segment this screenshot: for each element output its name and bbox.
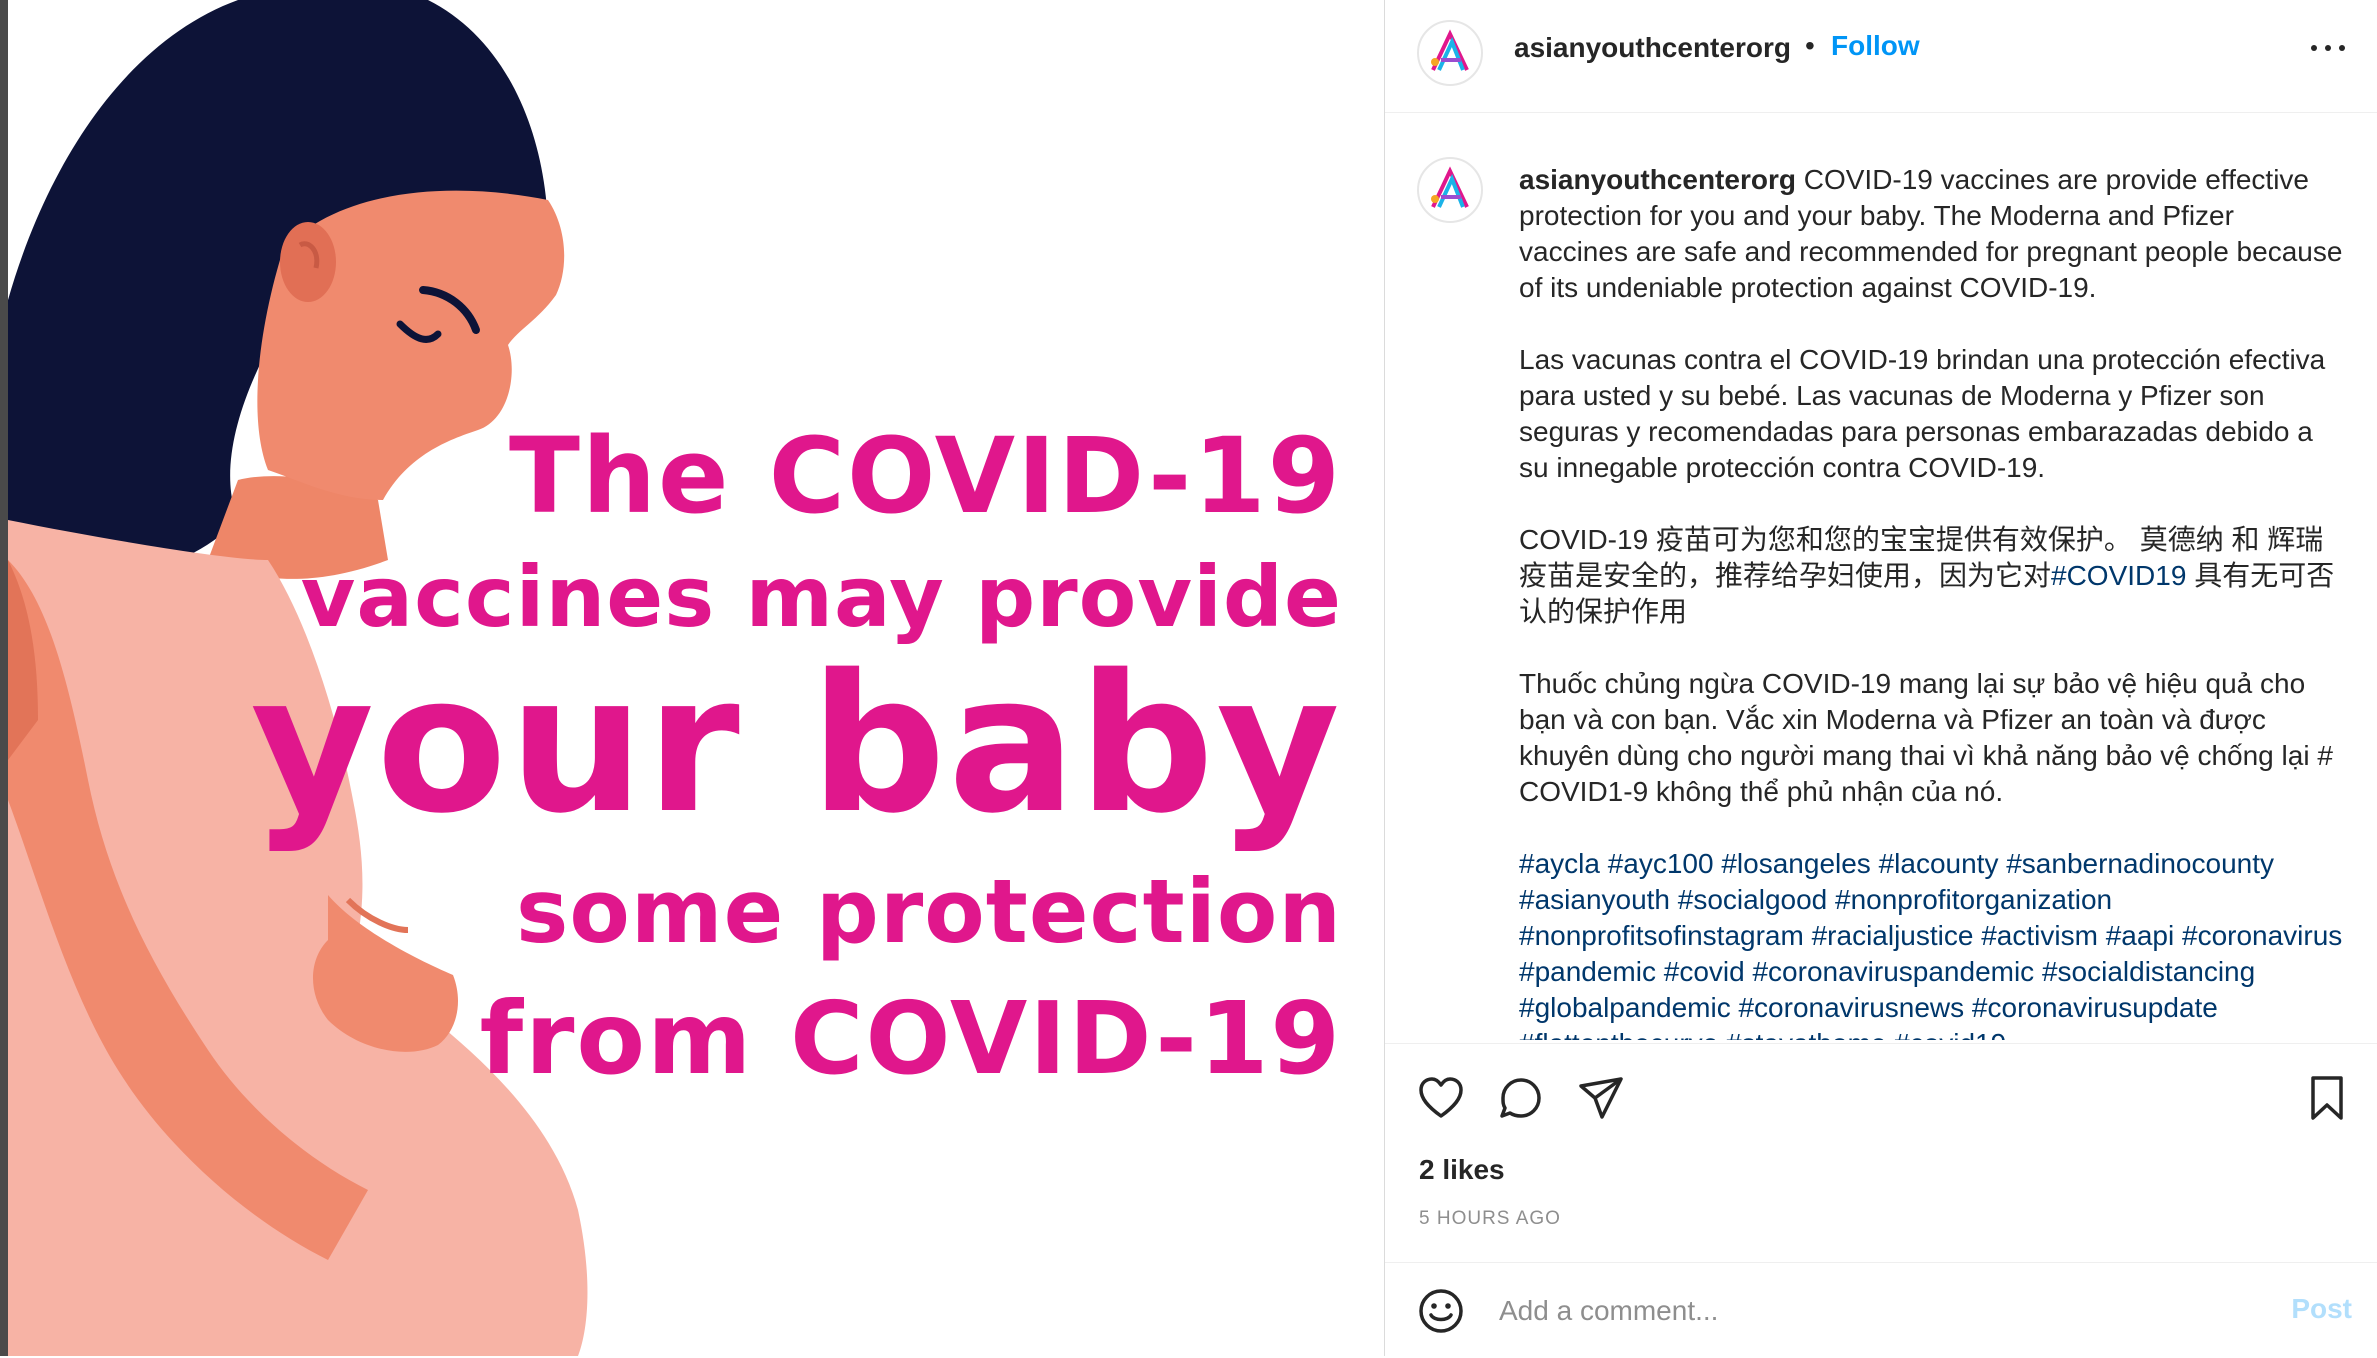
post-sidebar: asianyouthcenterorg • Follow asianyouthc… xyxy=(1384,0,2377,1356)
post-image[interactable]: The COVID-19 vaccines may provide your b… xyxy=(8,0,1384,1356)
window-edge xyxy=(0,0,8,1356)
avatar[interactable] xyxy=(1417,20,1483,86)
caption-spanish: Las vacunas contra el COVID-19 brindan u… xyxy=(1519,344,2326,483)
comment-row: Post xyxy=(1385,1262,2377,1358)
header-username[interactable]: asianyouthcenterorg xyxy=(1514,32,1791,64)
post-comment-button[interactable]: Post xyxy=(2291,1293,2352,1325)
ayc-logo-icon xyxy=(1431,166,1469,208)
post-header: asianyouthcenterorg • Follow xyxy=(1385,0,2377,113)
follow-button[interactable]: Follow xyxy=(1831,30,1920,62)
headline-line-4: some protection xyxy=(516,860,1342,963)
caption-chinese: COVID-19 疫苗可为您和您的宝宝提供有效保护。 莫德纳 和 辉瑞 疫苗是安… xyxy=(1519,522,2349,630)
hashtag-link[interactable]: #COVID19 xyxy=(2051,560,2186,591)
headline-line-3: your baby xyxy=(250,634,1342,855)
bookmark-icon[interactable] xyxy=(2303,1074,2351,1122)
comment-input[interactable] xyxy=(1497,1287,2201,1335)
heart-icon[interactable] xyxy=(1417,1074,1465,1122)
post-timestamp[interactable]: 5 HOURS AGO xyxy=(1419,1208,1561,1230)
caption-area: asianyouthcenterorg COVID-19 vaccines ar… xyxy=(1385,112,2377,1040)
hashtag-list[interactable]: #aycla #ayc100 #losangeles #lacounty #sa… xyxy=(1519,846,2349,1040)
caption-vietnamese: Thuốc chủng ngừa COVID-19 mang lại sự bả… xyxy=(1519,668,2333,807)
more-options-icon[interactable] xyxy=(2308,38,2348,58)
ayc-logo-icon xyxy=(1431,29,1469,71)
comment-icon[interactable] xyxy=(1497,1074,1545,1122)
caption-username[interactable]: asianyouthcenterorg xyxy=(1519,164,1796,195)
caption-avatar[interactable] xyxy=(1417,157,1483,223)
headline-line-5: from COVID-19 xyxy=(479,980,1342,1097)
action-bar: 2 likes 5 HOURS AGO Post xyxy=(1385,1043,2377,1357)
separator-dot: • xyxy=(1805,30,1815,61)
share-icon[interactable] xyxy=(1577,1074,1625,1122)
headline-line-2: vaccines may provide xyxy=(300,548,1342,646)
emoji-icon[interactable] xyxy=(1417,1287,1465,1335)
headline-line-1: The COVID-19 xyxy=(509,415,1342,537)
likes-count[interactable]: 2 likes xyxy=(1419,1154,1505,1186)
caption-text: asianyouthcenterorg COVID-19 vaccines ar… xyxy=(1519,162,2349,1040)
